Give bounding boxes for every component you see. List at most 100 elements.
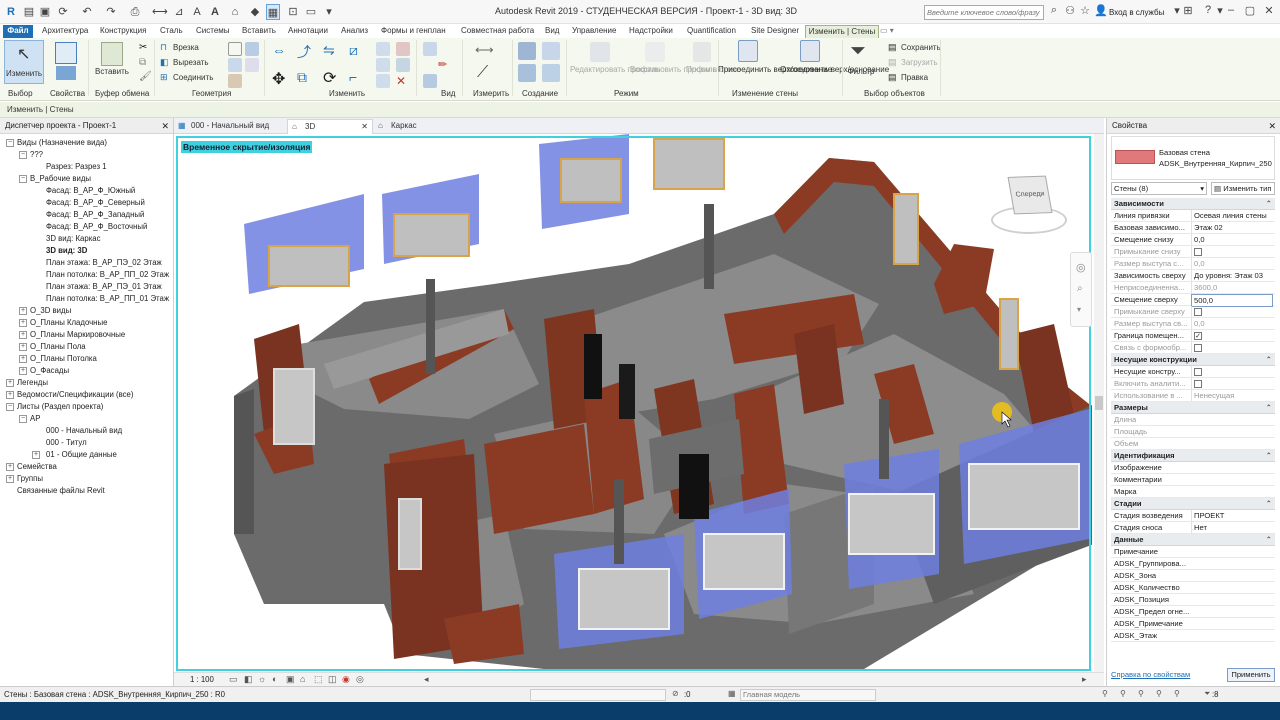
tab-insert[interactable]: Вставить <box>242 25 276 38</box>
property-value[interactable]: Этаж 02 <box>1191 222 1273 233</box>
demolish-icon[interactable] <box>245 42 259 56</box>
expand-icon[interactable]: + <box>6 391 14 399</box>
browser-tree-item[interactable]: Фасад: В_АР_Ф_Южный <box>46 186 135 196</box>
mirror-axis-icon[interactable]: ⇋ <box>323 42 335 59</box>
modify-button[interactable]: ↖ Изменить <box>4 40 44 84</box>
default-3d-icon[interactable]: ⌂ <box>228 4 242 20</box>
scroll-thumb[interactable] <box>1095 396 1103 410</box>
split-face-icon[interactable] <box>228 58 242 72</box>
property-value[interactable]: До уровня: Этаж 03 <box>1191 270 1273 281</box>
ribbon-minimize-icon[interactable]: ▭ ▾ <box>880 25 894 38</box>
create-similar-icon[interactable] <box>542 64 560 82</box>
tab-view-start[interactable]: ▦ 000 - Начальный вид <box>174 119 286 134</box>
browser-tree-item[interactable]: Фасад: В_АР_Ф_Восточный <box>46 222 147 232</box>
properties-button[interactable]: Свойства <box>50 89 85 98</box>
revit-logo-icon[interactable]: R <box>4 4 18 20</box>
property-value[interactable]: Нет <box>1191 522 1273 533</box>
save-selection-button[interactable]: Сохранить <box>901 43 941 52</box>
collapse-group-icon[interactable]: ⌃ <box>1266 402 1272 413</box>
paste-button[interactable]: Вставить <box>95 67 129 76</box>
sync-icon[interactable]: ⟳ <box>56 4 70 20</box>
tab-site-designer[interactable]: Site Designer <box>751 25 799 38</box>
edit-profile-button[interactable]: Редактировать профиль <box>570 65 661 74</box>
crop-icon[interactable]: ⬚ <box>314 674 323 685</box>
text-icon[interactable]: A <box>190 4 204 20</box>
measure-between-icon[interactable]: ⟷ <box>475 42 494 58</box>
close-browser-icon[interactable]: ✕ <box>161 118 169 134</box>
edit-type-button[interactable]: ▤ Изменить тип <box>1211 182 1275 195</box>
browser-tree-item[interactable]: Фасад: В_АР_Ф_Северный <box>46 198 145 208</box>
create-assembly-icon[interactable] <box>518 42 536 60</box>
expand-icon[interactable]: + <box>19 343 27 351</box>
viewcube-front-label[interactable]: Спереди <box>1015 191 1045 199</box>
expand-icon[interactable]: + <box>6 379 14 387</box>
mirror-draw-icon[interactable]: ⧄ <box>349 42 358 59</box>
open-icon[interactable]: ▤ <box>22 4 36 20</box>
tab-architecture[interactable]: Архитектура <box>42 25 88 38</box>
property-group-header[interactable]: Несущие конструкции ⌃ <box>1111 354 1275 366</box>
edit-selection-icon[interactable]: ▤ <box>888 72 897 83</box>
override-graphics-icon[interactable] <box>423 42 437 56</box>
select-underlay-icon[interactable]: ⚲ <box>1120 689 1126 698</box>
collapse-group-icon[interactable]: ⌃ <box>1266 198 1272 209</box>
user-icon[interactable]: 👤 <box>1094 4 1108 20</box>
browser-tree-item[interactable]: Листы (Раздел проекта) <box>17 402 103 412</box>
browser-tree-item[interactable]: 000 - Начальный вид <box>46 426 122 436</box>
subscription-icon[interactable]: ⚇ <box>1063 4 1077 20</box>
temporary-hide-icon[interactable]: ◉ <box>342 674 350 685</box>
view-scale[interactable]: 1 : 100 <box>190 675 214 684</box>
zoom-icon[interactable]: ⌕ <box>1077 283 1083 294</box>
paint-icon[interactable] <box>228 74 242 88</box>
array-icon[interactable] <box>376 58 390 72</box>
select-pinned-icon[interactable]: ⚲ <box>1138 689 1144 698</box>
select-links-icon[interactable]: ⚲ <box>1102 689 1108 698</box>
remove-paint-icon[interactable] <box>245 58 259 72</box>
expand-icon[interactable]: + <box>19 307 27 315</box>
sun-path-icon[interactable]: ☼ <box>258 674 266 684</box>
design-option-select[interactable]: Главная модель <box>740 689 876 701</box>
save-selection-icon[interactable]: ▤ <box>888 42 897 53</box>
apply-button[interactable]: Применить <box>1227 668 1275 682</box>
drag-elements-icon[interactable]: ⚲ <box>1174 689 1180 698</box>
browser-tree-item[interactable]: ??? <box>30 150 43 160</box>
reveal-hidden-icon[interactable]: ◎ <box>356 674 364 685</box>
filter-button[interactable]: Фильтр <box>845 67 877 76</box>
expand-icon[interactable]: + <box>19 331 27 339</box>
collapse-group-icon[interactable]: ⌃ <box>1266 534 1272 545</box>
expand-icon[interactable]: + <box>19 367 27 375</box>
render-icon[interactable]: ▣ <box>286 674 295 685</box>
text-a-icon[interactable]: A <box>208 4 222 20</box>
offset-icon[interactable]: ⤴ <box>297 42 311 62</box>
browser-tree-item[interactable]: 000 - Титул <box>46 438 87 448</box>
cut-icon[interactable]: ✂ <box>139 42 147 53</box>
browser-tree-item[interactable]: Фасад: В_АР_Ф_Западный <box>46 210 144 220</box>
close-hidden-icon[interactable]: ⊡ <box>286 4 300 20</box>
browser-tree-item[interactable]: Семейства <box>17 462 57 472</box>
join-geometry-button[interactable]: Соединить <box>173 73 213 82</box>
split-icon[interactable] <box>376 42 390 56</box>
browser-tree-item[interactable]: 3D вид: 3D <box>46 246 87 256</box>
rotate-icon[interactable]: ⟳ <box>323 68 336 88</box>
move-icon[interactable]: ✥ <box>272 69 285 89</box>
cope-button[interactable]: Врезка <box>173 43 199 52</box>
align-icon[interactable]: ⇔ <box>272 42 286 58</box>
exchange-icon[interactable]: ⊞ <box>1181 4 1195 20</box>
search-icon[interactable]: ⌕ <box>1047 4 1061 20</box>
select-by-face-icon[interactable]: ⚲ <box>1156 689 1162 698</box>
minimize-icon[interactable]: – <box>1224 4 1238 20</box>
cut-geometry-icon[interactable]: ◧ <box>160 57 169 68</box>
paste-icon[interactable] <box>101 42 123 66</box>
dimension-icon[interactable]: ⊿ <box>172 4 186 20</box>
collapse-icon[interactable]: − <box>19 175 27 183</box>
browser-tree-item[interactable]: 3D вид: Каркас <box>46 234 101 244</box>
property-value[interactable] <box>1191 366 1273 377</box>
properties-icon[interactable] <box>55 42 77 64</box>
hide-icon[interactable]: ✏ <box>438 58 447 71</box>
reset-profile-button[interactable]: Восстановить профиль <box>630 65 717 74</box>
tab-steel[interactable]: Сталь <box>160 25 183 38</box>
properties-help-link[interactable]: Справка по свойствам <box>1111 670 1190 679</box>
collapse-icon[interactable]: − <box>6 139 14 147</box>
save-icon[interactable]: ▣ <box>38 4 52 20</box>
browser-tree-item[interactable]: Связанные файлы Revit <box>17 486 105 496</box>
create-group-icon[interactable] <box>518 64 536 82</box>
